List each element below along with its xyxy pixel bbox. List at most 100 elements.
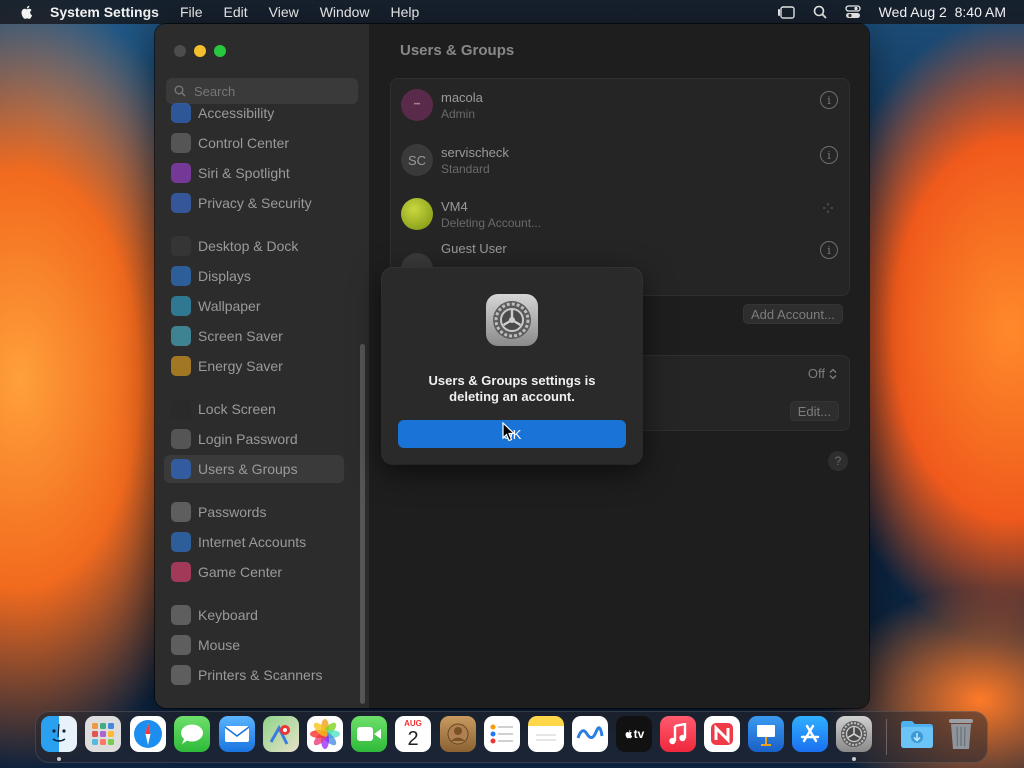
sidebar: Search Accessibility Control Center Siri &… xyxy=(155,24,369,708)
sidebar-item-keyboard[interactable]: Keyboard xyxy=(164,601,344,629)
chevron-updown-icon xyxy=(829,368,837,379)
add-account-button[interactable]: Add Account... xyxy=(743,304,843,324)
sidebar-item-mouse[interactable]: Mouse xyxy=(164,631,344,659)
keyboard-icon xyxy=(171,605,191,625)
app-store-icon[interactable] xyxy=(792,716,828,752)
sidebar-item-label: Game Center xyxy=(198,564,283,580)
help-button[interactable]: ? xyxy=(828,451,848,471)
sidebar-item-label: Keyboard xyxy=(198,607,258,623)
zoom-button[interactable] xyxy=(214,45,226,57)
sidebar-item-passwords[interactable]: Passwords xyxy=(164,498,344,526)
window-menu[interactable]: Window xyxy=(320,4,370,20)
keynote-icon[interactable] xyxy=(748,716,784,752)
sidebar-item-game-center[interactable]: Game Center xyxy=(164,558,344,586)
edit-button[interactable]: Edit... xyxy=(789,401,839,421)
help-menu[interactable]: Help xyxy=(391,4,420,20)
sidebar-item-label: Control Center xyxy=(198,135,290,151)
mail-icon[interactable] xyxy=(219,716,255,752)
dock: AUG 2 tv xyxy=(35,711,988,763)
sidebar-item-label: Screen Saver xyxy=(198,328,283,344)
music-icon[interactable] xyxy=(660,716,696,752)
edit-menu[interactable]: Edit xyxy=(224,4,248,20)
apple-logo-icon xyxy=(625,730,632,739)
sidebar-item-label: Desktop & Dock xyxy=(198,238,299,254)
view-menu[interactable]: View xyxy=(269,4,299,20)
users-icon xyxy=(171,459,191,479)
photos-icon[interactable] xyxy=(307,716,343,752)
battery-icon xyxy=(171,356,191,376)
auto-login-popup[interactable]: Off xyxy=(808,366,837,381)
messages-icon[interactable] xyxy=(174,716,210,752)
tv-icon[interactable]: tv xyxy=(616,716,652,752)
info-icon[interactable]: i xyxy=(820,241,838,259)
safari-icon[interactable] xyxy=(130,716,166,752)
avatar: ••• xyxy=(401,89,433,121)
finder-icon[interactable] xyxy=(41,716,77,752)
notes-icon[interactable] xyxy=(528,716,564,752)
search-placeholder: Search xyxy=(194,83,236,99)
menu-bar: System Settings File Edit View Window He… xyxy=(0,0,1024,24)
search-icon xyxy=(174,85,186,97)
file-menu[interactable]: File xyxy=(180,4,203,20)
app-menu[interactable]: System Settings xyxy=(50,4,159,20)
screen-saver-icon xyxy=(171,326,191,346)
sidebar-item-screen-saver[interactable]: Screen Saver xyxy=(164,322,344,350)
mouse-cursor-icon xyxy=(502,422,516,442)
close-button[interactable] xyxy=(174,45,186,57)
user-name: servischeck xyxy=(441,145,509,160)
freeform-icon[interactable] xyxy=(572,716,608,752)
control-center-icon xyxy=(171,133,191,153)
running-indicator xyxy=(852,757,856,761)
sidebar-item-displays[interactable]: Displays xyxy=(164,262,344,290)
sidebar-item-internet-accounts[interactable]: Internet Accounts xyxy=(164,528,344,556)
users-list: ••• macola Admin i SC servischeck Standa… xyxy=(390,78,850,296)
sidebar-item-energy-saver[interactable]: Energy Saver xyxy=(164,352,344,380)
contacts-icon[interactable] xyxy=(440,716,476,752)
downloads-folder-icon[interactable] xyxy=(899,716,935,752)
sidebar-item-wallpaper[interactable]: Wallpaper xyxy=(164,292,344,320)
reminders-icon[interactable] xyxy=(484,716,520,752)
alert-message: Users & Groups settings is deleting an a… xyxy=(428,373,596,404)
calendar-month: AUG xyxy=(404,719,422,728)
info-icon[interactable]: i xyxy=(820,146,838,164)
avatar xyxy=(401,198,433,230)
facetime-icon[interactable] xyxy=(351,716,387,752)
system-settings-icon[interactable] xyxy=(836,716,872,752)
system-settings-app-icon xyxy=(486,294,538,346)
user-role: Standard xyxy=(441,162,490,176)
sidebar-item-label: Displays xyxy=(198,268,251,284)
user-role: Admin xyxy=(441,107,476,121)
sidebar-item-desktop-dock[interactable]: Desktop & Dock xyxy=(164,232,344,260)
sidebar-item-users-groups[interactable]: Users & Groups xyxy=(164,455,344,483)
sidebar-item-label: Internet Accounts xyxy=(198,534,307,550)
sidebar-scrollbar[interactable] xyxy=(360,344,365,704)
sidebar-item-printers-scanners[interactable]: Printers & Scanners xyxy=(164,661,344,689)
trash-icon[interactable] xyxy=(943,716,979,752)
calendar-icon[interactable]: AUG 2 xyxy=(395,716,431,752)
sidebar-item-privacy-security[interactable]: Privacy & Security xyxy=(164,189,344,217)
sidebar-item-label: Energy Saver xyxy=(198,358,283,374)
news-icon[interactable] xyxy=(704,716,740,752)
info-icon[interactable]: i xyxy=(820,91,838,109)
search-icon[interactable] xyxy=(813,5,827,19)
sidebar-item-lock-screen[interactable]: Lock Screen xyxy=(164,395,344,423)
mouse-icon xyxy=(171,635,191,655)
menu-clock[interactable]: Wed Aug 2 8:40 AM xyxy=(879,4,1006,20)
maps-icon[interactable] xyxy=(263,716,299,752)
sidebar-item-label: Accessibility xyxy=(198,105,275,121)
sidebar-item-control-center[interactable]: Control Center xyxy=(164,129,344,157)
control-center-icon[interactable] xyxy=(844,5,861,19)
sidebar-item-login-password[interactable]: Login Password xyxy=(164,425,344,453)
sidebar-item-accessibility[interactable]: Accessibility xyxy=(164,99,344,127)
stage-manager-icon[interactable] xyxy=(777,5,795,19)
user-row-macola[interactable]: ••• macola Admin i xyxy=(391,79,849,133)
launchpad-icon[interactable] xyxy=(85,716,121,752)
user-row-servischeck[interactable]: SC servischeck Standard i xyxy=(391,134,849,188)
running-indicator xyxy=(57,757,61,761)
apple-menu-icon[interactable] xyxy=(19,4,35,20)
minimize-button[interactable] xyxy=(194,45,206,57)
sidebar-item-siri-spotlight[interactable]: Siri & Spotlight xyxy=(164,159,344,187)
game-center-icon xyxy=(171,562,191,582)
user-row-vm4[interactable]: VM4 Deleting Account... xyxy=(391,188,849,242)
sidebar-item-label: Siri & Spotlight xyxy=(198,165,290,181)
